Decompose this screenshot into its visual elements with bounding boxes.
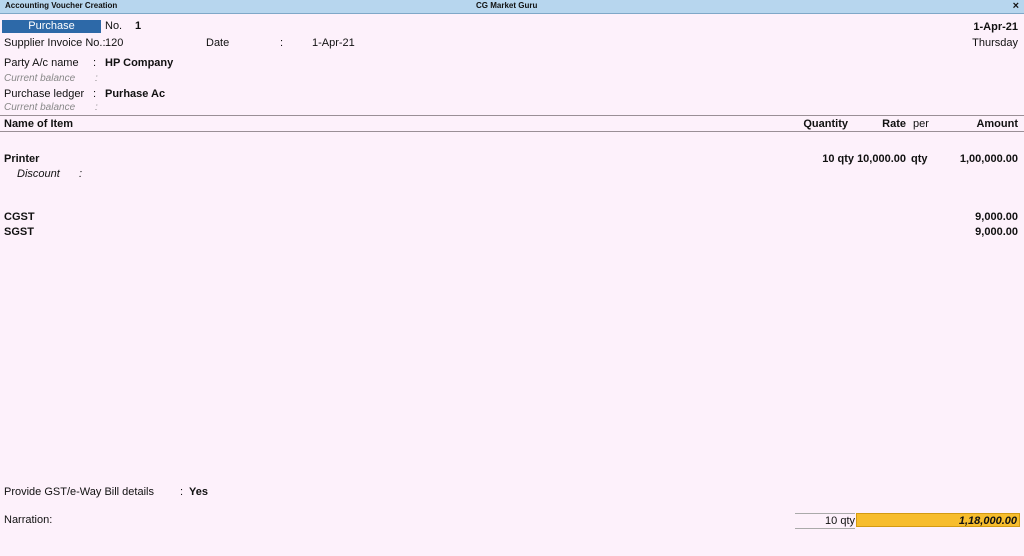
ledger-balance-colon: : [95, 102, 98, 113]
purchase-ledger-field[interactable]: Purhase Ac [105, 88, 165, 100]
voucher-no-value[interactable]: 1 [135, 20, 141, 32]
close-icon[interactable]: × [1013, 0, 1019, 12]
col-header-item: Name of Item [4, 118, 74, 130]
tax-ledger-cgst[interactable]: CGST [4, 211, 35, 223]
item-rate[interactable]: 10,000.00 [857, 153, 906, 165]
date-label: Date [206, 37, 230, 49]
tax-ledger-sgst[interactable]: SGST [4, 226, 34, 238]
party-current-balance-label: Current balance [4, 73, 76, 84]
item-amount[interactable]: 1,00,000.00 [960, 153, 1018, 165]
purchase-ledger-colon: : [93, 88, 97, 100]
item-discount-colon: : [79, 168, 83, 180]
party-label: Party A/c name [4, 57, 79, 69]
item-per[interactable]: qty [911, 153, 928, 165]
gst-details-field[interactable]: Yes [189, 486, 208, 498]
table-header-bottom-divider [0, 131, 1024, 132]
col-header-quantity: Quantity [803, 118, 848, 130]
supplier-invoice-field[interactable]: 120 [105, 37, 123, 49]
party-field[interactable]: HP Company [105, 57, 173, 69]
voucher-no-label: No. [105, 20, 123, 32]
party-colon: : [93, 57, 97, 69]
company-name: CG Market Guru [476, 1, 538, 10]
purchase-ledger-label: Purchase ledger [4, 88, 85, 100]
total-quantity: 10 qty [795, 513, 855, 529]
ledger-current-balance-label: Current balance [4, 102, 76, 113]
gst-details-label: Provide GST/e-Way Bill details [4, 486, 154, 498]
col-header-rate: Rate [882, 118, 906, 130]
item-name[interactable]: Printer [4, 153, 39, 165]
date-colon: : [280, 37, 284, 49]
item-quantity[interactable]: 10 qty [822, 153, 854, 165]
item-discount-label: Discount [17, 168, 60, 180]
voucher-type-badge[interactable]: Purchase [2, 20, 101, 33]
voucher-day: Thursday [972, 37, 1018, 49]
window-title: Accounting Voucher Creation [5, 1, 118, 10]
party-balance-colon: : [95, 73, 98, 84]
supplier-invoice-label: Supplier Invoice No.: [4, 37, 106, 49]
title-bar: Accounting Voucher Creation CG Market Gu… [0, 0, 1024, 14]
tax-amount-cgst[interactable]: 9,000.00 [975, 211, 1018, 223]
col-header-per: per [913, 118, 929, 130]
voucher-date[interactable]: 1-Apr-21 [973, 21, 1018, 33]
narration-label: Narration: [4, 514, 53, 526]
gst-details-colon: : [180, 486, 184, 498]
tax-amount-sgst[interactable]: 9,000.00 [975, 226, 1018, 238]
col-header-amount: Amount [976, 118, 1018, 130]
table-header-top-divider [0, 115, 1024, 116]
invoice-date-field[interactable]: 1-Apr-21 [312, 37, 355, 49]
total-amount: 1,18,000.00 [856, 513, 1020, 527]
